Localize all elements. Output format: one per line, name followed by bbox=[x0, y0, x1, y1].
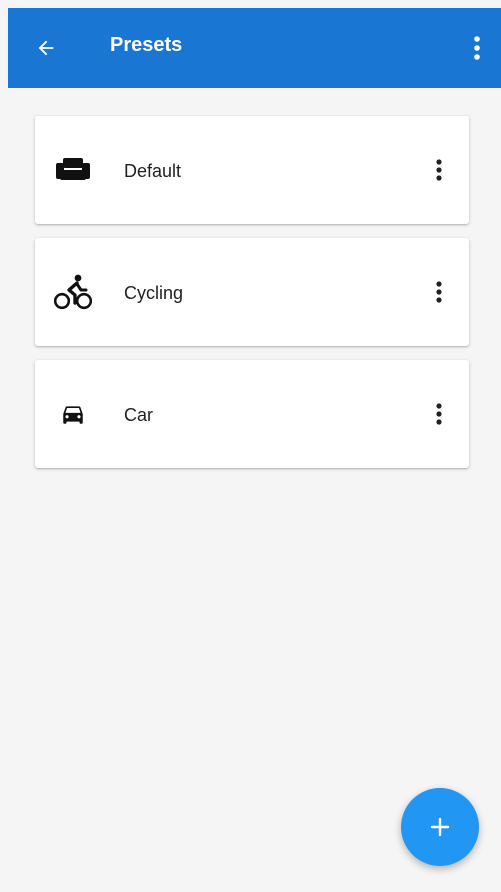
cyclist-icon bbox=[53, 272, 93, 312]
sofa-icon bbox=[53, 150, 93, 190]
preset-menu-button[interactable] bbox=[429, 398, 449, 430]
arrow-back-icon bbox=[38, 40, 54, 56]
preset-label: Cycling bbox=[124, 283, 184, 303]
preset-item-cycling[interactable]: Cycling bbox=[35, 238, 469, 346]
page-title: Presets bbox=[110, 34, 183, 56]
preset-menu-button[interactable] bbox=[429, 154, 449, 186]
app-bar: Presets bbox=[8, 8, 501, 88]
preset-label: Car bbox=[124, 405, 154, 425]
more-vert-icon bbox=[436, 403, 442, 425]
more-vert-icon bbox=[436, 159, 442, 181]
plus-icon bbox=[430, 817, 450, 837]
more-vert-icon bbox=[436, 281, 442, 303]
car-icon bbox=[53, 394, 93, 434]
preset-item-default[interactable]: Default bbox=[35, 116, 469, 224]
preset-label: Default bbox=[124, 161, 182, 181]
preset-menu-button[interactable] bbox=[429, 276, 449, 308]
preset-item-car[interactable]: Car bbox=[35, 360, 469, 468]
more-vert-icon bbox=[474, 36, 480, 60]
overflow-menu-button[interactable] bbox=[461, 30, 493, 66]
back-button[interactable] bbox=[30, 32, 62, 64]
add-preset-button[interactable] bbox=[401, 788, 479, 866]
